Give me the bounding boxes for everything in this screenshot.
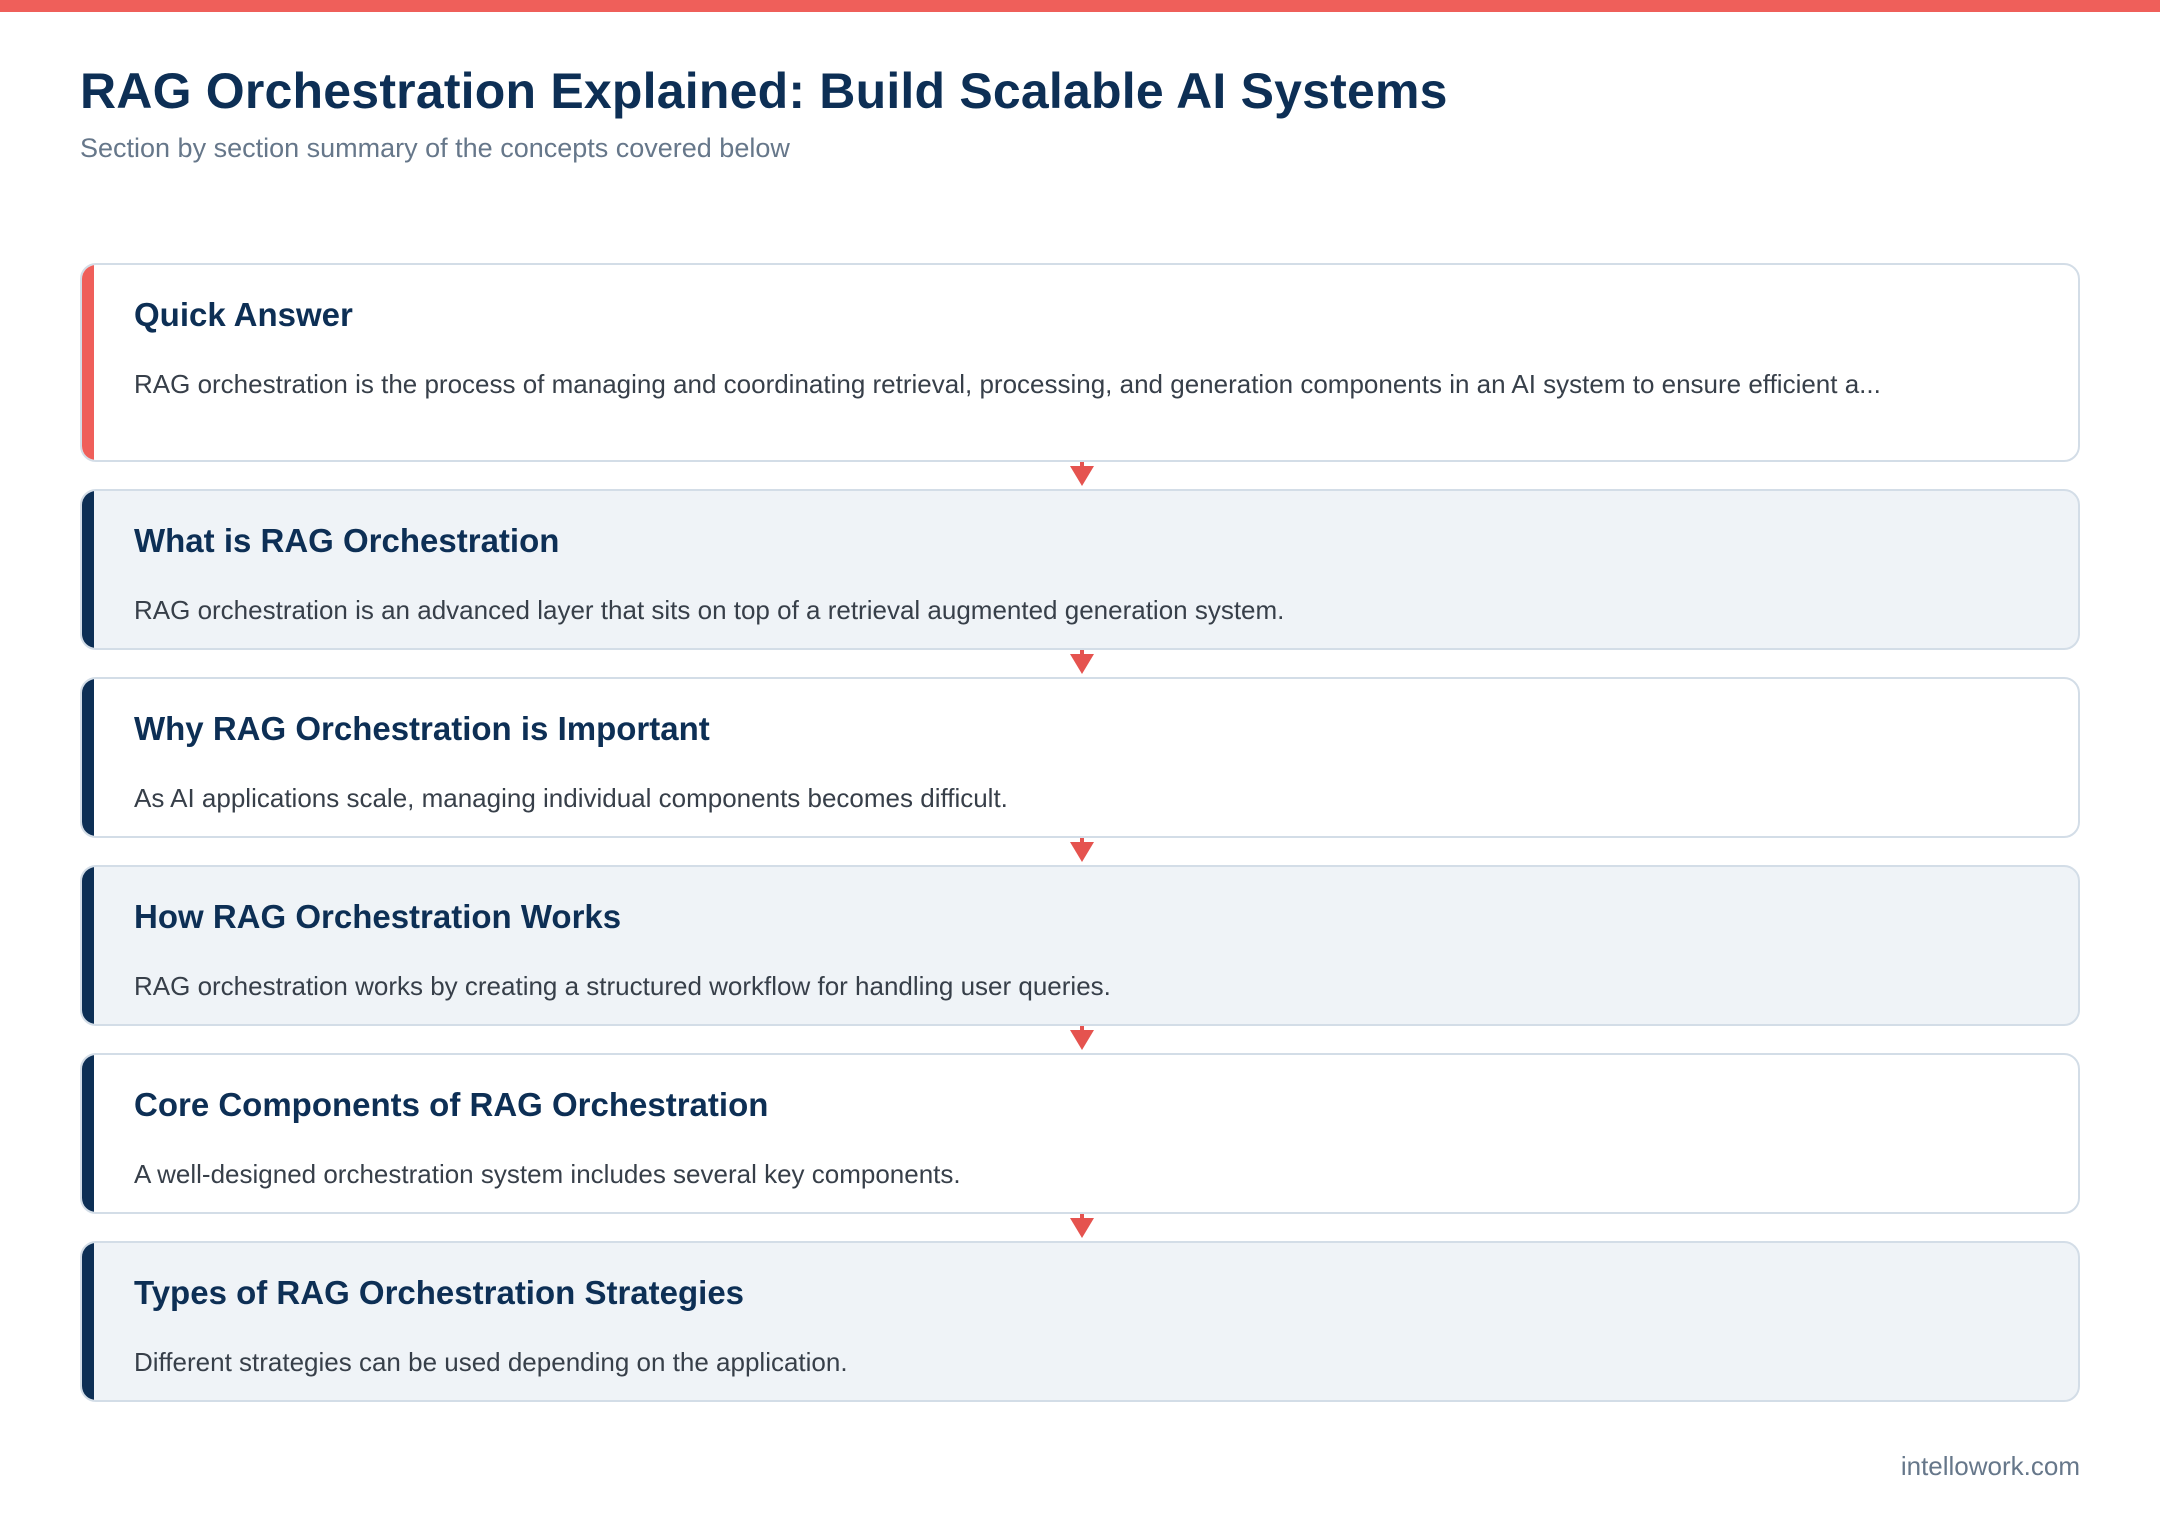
card-accent-bar (82, 265, 94, 460)
card-title: Types of RAG Orchestration Strategies (134, 1274, 745, 1311)
page-title: RAG Orchestration Explained: Build Scala… (80, 63, 1448, 119)
card-body: Different strategies can be used dependi… (134, 1347, 848, 1377)
card-title: What is RAG Orchestration (134, 522, 560, 559)
card-body: As AI applications scale, managing indiv… (134, 783, 1008, 813)
card-body: RAG orchestration is an advanced layer t… (134, 595, 1285, 625)
card-core-components: Core Components of RAG Orchestration A w… (80, 1053, 2080, 1214)
card-accent-bar (82, 1055, 94, 1212)
page-header: RAG Orchestration Explained: Build Scala… (80, 62, 1448, 166)
card-title: How RAG Orchestration Works (134, 898, 622, 935)
flow-connector (80, 650, 2080, 677)
card-accent-bar (82, 1243, 94, 1400)
arrow-down-icon (1070, 466, 1094, 486)
top-accent-bar (0, 0, 2160, 12)
card-what-is: What is RAG Orchestration RAG orchestrat… (80, 489, 2080, 650)
card-how-it-works: How RAG Orchestration Works RAG orchestr… (80, 865, 2080, 1026)
card-body: RAG orchestration works by creating a st… (134, 971, 1111, 1001)
card-accent-bar (82, 867, 94, 1024)
card-accent-bar (82, 491, 94, 648)
card-title: Why RAG Orchestration is Important (134, 710, 710, 747)
card-body: RAG orchestration is the process of mana… (134, 369, 1881, 399)
card-strategies: Types of RAG Orchestration Strategies Di… (80, 1241, 2080, 1402)
card-title: Core Components of RAG Orchestration (134, 1086, 769, 1123)
flow-connector (80, 1214, 2080, 1241)
page-subtitle: Section by section summary of the concep… (80, 133, 790, 163)
flow-connector (80, 838, 2080, 865)
arrow-down-icon (1070, 654, 1094, 674)
card-accent-bar (82, 679, 94, 836)
section-cards: Quick Answer RAG orchestration is the pr… (80, 263, 2080, 1402)
arrow-down-icon (1070, 1218, 1094, 1238)
card-why-important: Why RAG Orchestration is Important As AI… (80, 677, 2080, 838)
arrow-down-icon (1070, 842, 1094, 862)
source-credit: intellowork.com (1900, 1451, 2080, 1481)
flow-connector (80, 462, 2080, 489)
card-quick-answer: Quick Answer RAG orchestration is the pr… (80, 263, 2080, 462)
card-body: A well-designed orchestration system inc… (134, 1159, 961, 1189)
arrow-down-icon (1070, 1030, 1094, 1050)
card-title: Quick Answer (134, 296, 353, 333)
flow-connector (80, 1026, 2080, 1053)
